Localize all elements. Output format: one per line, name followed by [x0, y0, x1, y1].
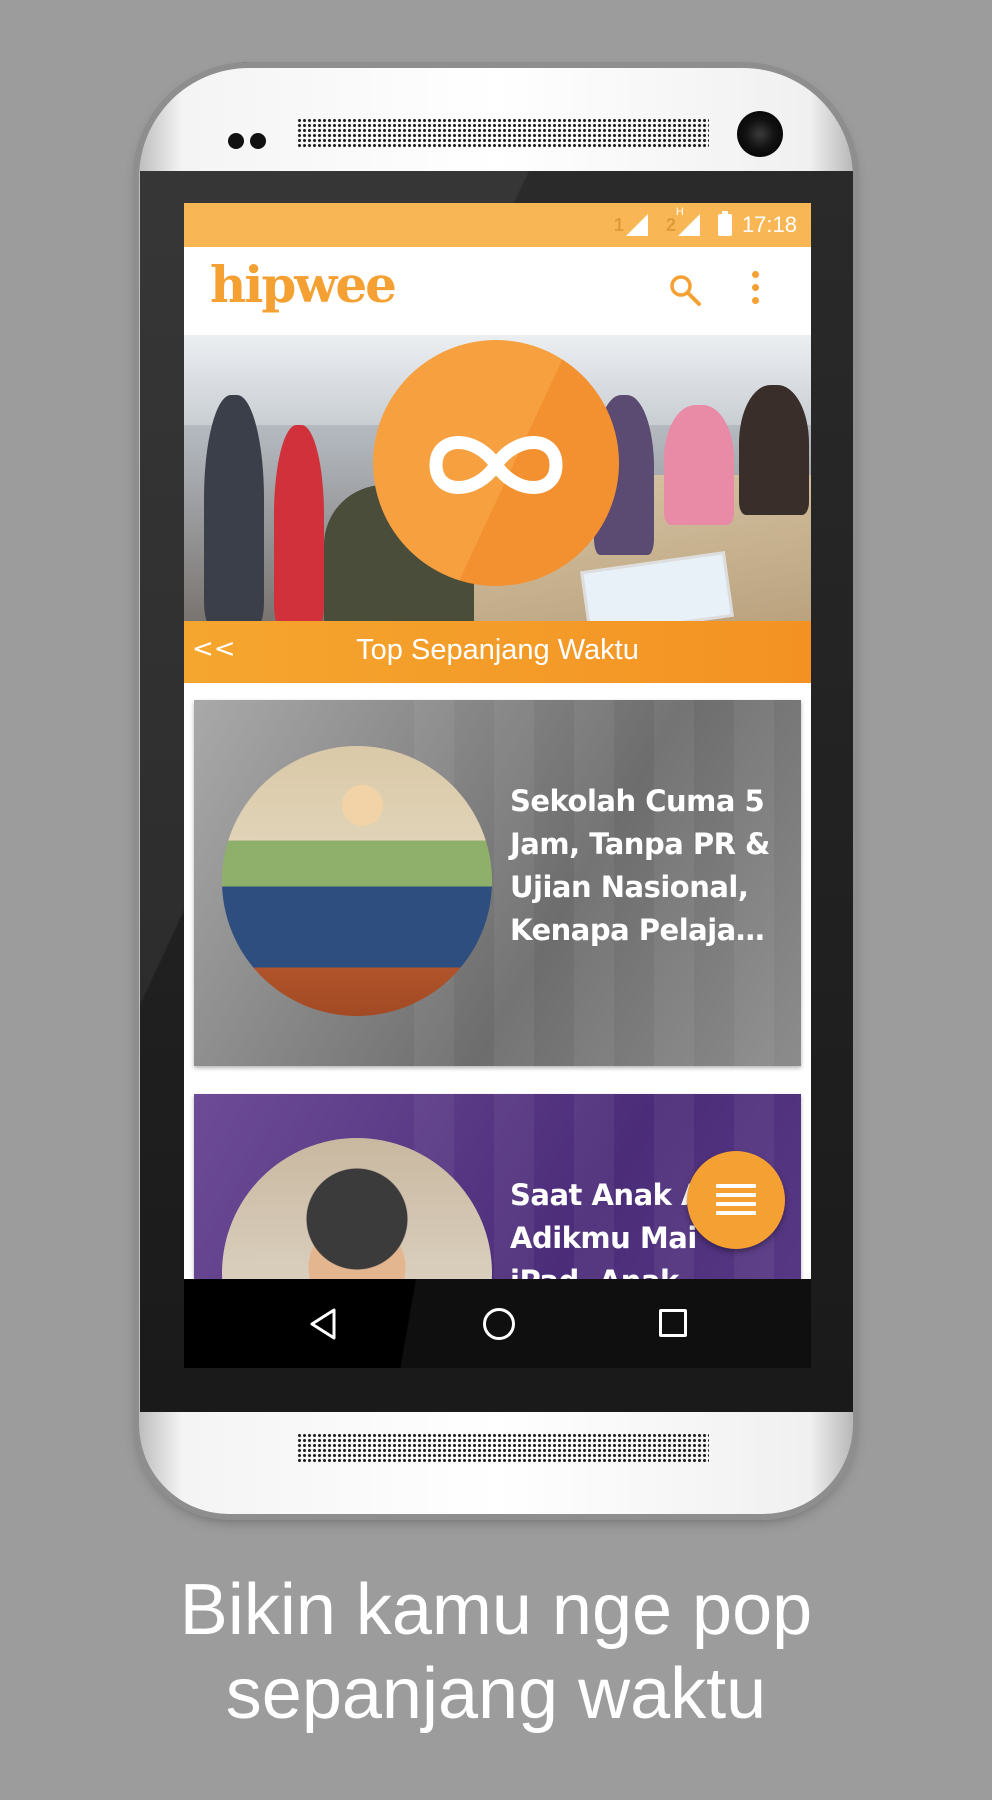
phone-screen: 1 2 H 17:18 hipwee Top Sepanjang Waktu <…	[184, 203, 811, 1368]
article-title: Sekolah Cuma 5 Jam, Tanpa PR & Ujian Nas…	[510, 784, 770, 947]
app-bar: hipwee	[184, 247, 811, 335]
sim1-signal: 1	[614, 214, 648, 236]
front-camera	[737, 111, 783, 157]
caption-line-2: sepanjang waktu	[225, 1654, 767, 1734]
sim2-signal: 2 H	[665, 206, 700, 236]
overflow-menu-icon[interactable]	[752, 271, 764, 309]
bottom-speaker	[297, 1433, 709, 1463]
back-button[interactable]: <<	[192, 634, 236, 664]
list-menu-icon	[716, 1184, 756, 1216]
battery-icon	[717, 211, 732, 236]
proximity-sensor	[228, 133, 272, 153]
earpiece-speaker	[297, 118, 709, 148]
nav-home-icon[interactable]	[483, 1308, 515, 1340]
sim2-label: 2	[665, 215, 676, 235]
navigation-bar	[184, 1279, 811, 1368]
article-thumbnail	[222, 746, 492, 1016]
nav-back-icon[interactable]	[308, 1307, 338, 1341]
fab-menu-button[interactable]	[687, 1151, 785, 1249]
signal-icon	[625, 214, 648, 236]
section-header: Top Sepanjang Waktu <<	[184, 621, 811, 683]
section-title: Top Sepanjang Waktu	[356, 634, 639, 666]
infinity-icon	[429, 436, 563, 494]
clock: 17:18	[741, 212, 797, 237]
promo-caption: Bikin kamu nge pop sepanjang waktu	[0, 1568, 992, 1736]
sim1-label: 1	[613, 215, 624, 235]
status-bar: 1 2 H 17:18	[184, 203, 811, 247]
article-card[interactable]: Sekolah Cuma 5 Jam, Tanpa PR & Ujian Nas…	[194, 700, 801, 1066]
search-icon[interactable]	[668, 273, 702, 307]
network-type: H	[675, 206, 684, 218]
hero-banner	[184, 335, 811, 621]
app-logo: hipwee	[210, 255, 397, 314]
nav-recent-apps-icon[interactable]	[659, 1309, 687, 1337]
caption-line-1: Bikin kamu nge pop	[179, 1570, 813, 1650]
